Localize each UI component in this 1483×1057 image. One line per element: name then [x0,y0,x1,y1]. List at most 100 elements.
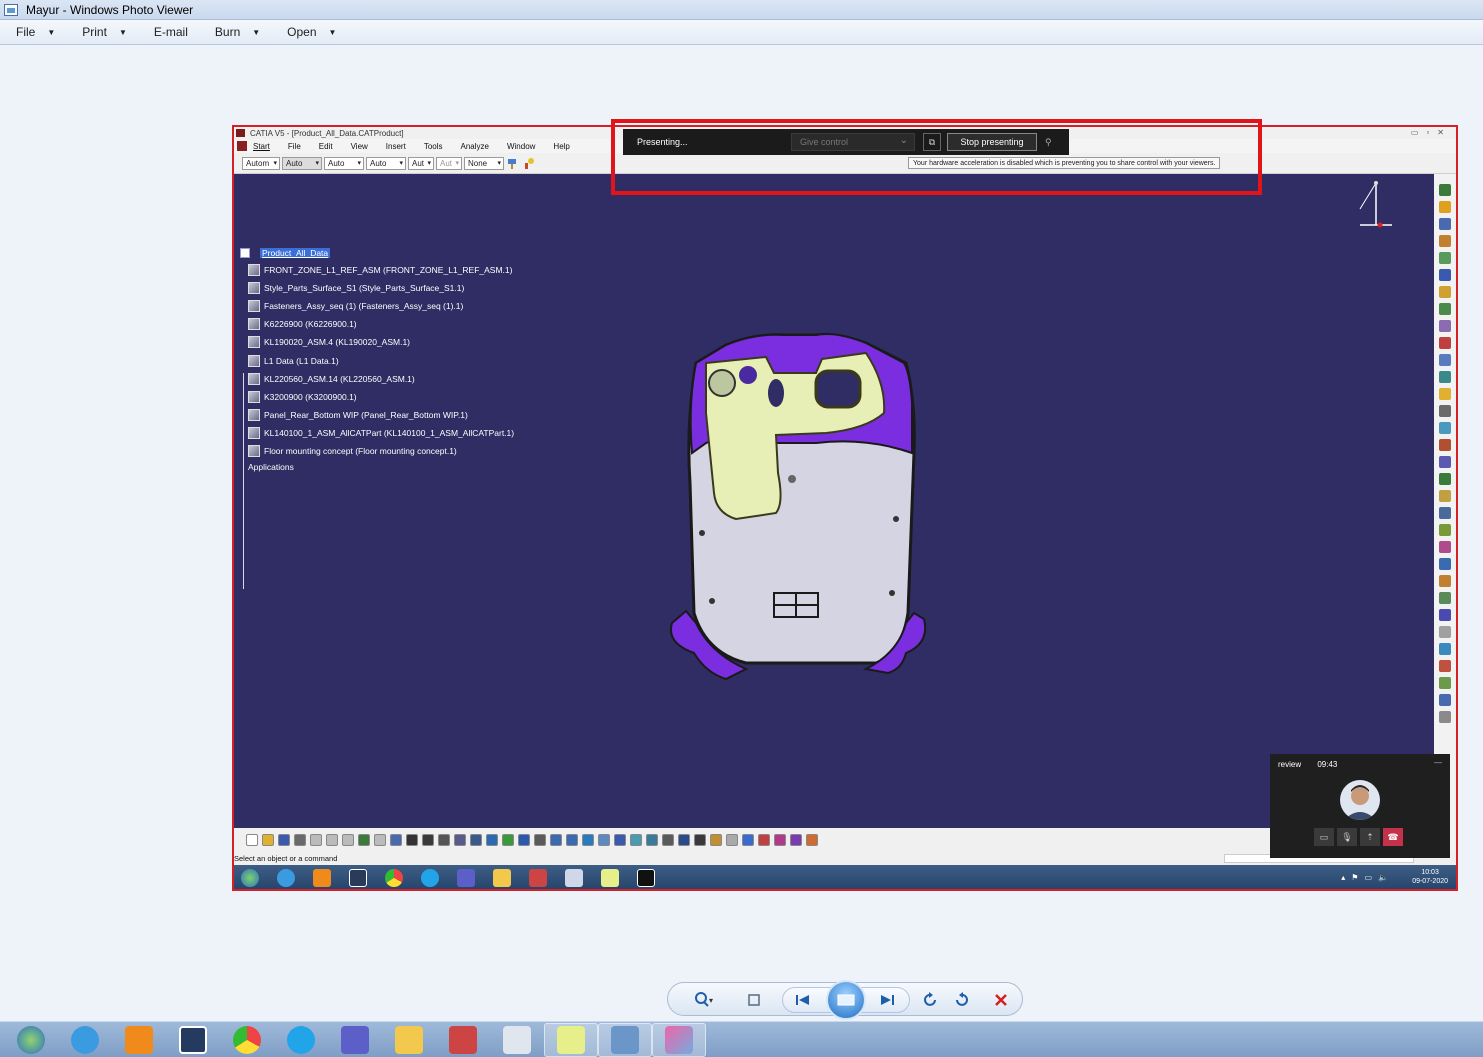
catia-menu-analyze[interactable]: Analyze [461,142,489,151]
tool-icon[interactable] [470,834,482,846]
catia-menu-window[interactable]: Window [507,142,535,151]
tool-icon[interactable] [374,834,386,846]
tree-item[interactable]: K6226900 (K6226900.1) [248,315,514,333]
line-type-select[interactable]: Auto [366,156,406,170]
menu-print[interactable]: Print ▼ [66,25,138,39]
teams-taskbar-icon[interactable] [328,1023,382,1057]
photo-viewer-taskbar-icon[interactable] [598,1022,652,1057]
calculator-taskbar-icon[interactable] [490,1023,544,1057]
tree-item[interactable]: KL220560_ASM.14 (KL220560_ASM.1) [248,370,514,388]
tool-icon[interactable] [1439,592,1451,604]
catia-menu-start[interactable]: Start [253,142,270,151]
minimize-icon[interactable]: — [1434,758,1442,767]
catia-menu-file[interactable]: File [288,142,301,151]
tool-icon[interactable] [278,834,290,846]
start-orb-icon[interactable] [236,867,264,889]
tool-icon[interactable] [246,834,258,846]
tool-icon[interactable] [566,834,578,846]
tool-icon[interactable] [710,834,722,846]
line-thickness-select[interactable]: Auto [324,156,364,170]
tool-icon[interactable] [1439,184,1451,196]
tool-icon[interactable] [406,834,418,846]
tool-icon[interactable] [1439,660,1451,672]
tool-icon[interactable] [742,834,754,846]
skype-icon[interactable] [416,867,444,889]
tree-item[interactable]: K3200900 (K3200900.1) [248,388,514,406]
call-widget[interactable]: review 09:43 — ▭ 🎙 ⇡ ☎ [1270,754,1450,858]
snipping-tool-taskbar-icon[interactable] [436,1023,490,1057]
chrome-icon[interactable] [380,867,408,889]
layer-select[interactable]: None [464,156,504,170]
sticky-notes-icon[interactable] [596,867,624,889]
tool-icon[interactable] [614,834,626,846]
catia-menu-view[interactable]: View [351,142,368,151]
tool-icon[interactable] [598,834,610,846]
tool-icon[interactable] [1439,422,1451,434]
tool-icon[interactable] [1439,456,1451,468]
hang-up-icon[interactable]: ☎ [1383,828,1403,846]
menu-burn[interactable]: Burn ▼ [199,25,271,39]
tool-icon[interactable] [790,834,802,846]
catia-menu-help[interactable]: Help [553,142,569,151]
tree-item[interactable]: L1 Data (L1 Data.1) [248,351,514,369]
catia-app-icon[interactable] [344,867,372,889]
menu-open[interactable]: Open ▼ [271,25,347,39]
tool-icon[interactable] [1439,694,1451,706]
tool-icon[interactable] [1439,541,1451,553]
tool-icon[interactable] [1439,388,1451,400]
tool-icon[interactable] [1439,269,1451,281]
tree-applications[interactable]: Applications [248,462,514,472]
tool-icon[interactable] [1439,490,1451,502]
start-button[interactable] [4,1023,58,1057]
tree-item[interactable]: Style_Parts_Surface_S1 (Style_Parts_Surf… [248,279,514,297]
menu-file[interactable]: File ▼ [0,25,66,39]
tool-icon[interactable] [262,834,274,846]
pin-icon[interactable]: ⚲ [1045,137,1052,148]
next-icon[interactable] [876,989,898,1011]
internet-explorer-taskbar-icon[interactable] [58,1023,112,1057]
tool-icon[interactable] [726,834,738,846]
tool-icon[interactable] [662,834,674,846]
photo-app-icon[interactable] [632,867,660,889]
tool-icon[interactable] [1439,303,1451,315]
delete-icon[interactable] [990,989,1012,1011]
tool-icon[interactable] [1439,677,1451,689]
tool-icon[interactable] [422,834,434,846]
tool-icon[interactable] [1439,320,1451,332]
tool-icon[interactable] [1439,337,1451,349]
camera-icon[interactable]: ▭ [1314,828,1334,846]
tool-icon[interactable] [1439,524,1451,536]
tree-item[interactable]: Panel_Rear_Bottom WIP (Panel_Rear_Bottom… [248,406,514,424]
tool-icon[interactable] [342,834,354,846]
sticky-notes-taskbar-icon[interactable] [544,1022,598,1057]
tree-item[interactable]: KL140100_1_ASM_AllCATPart (KL140100_1_AS… [248,424,514,442]
tool-icon[interactable] [326,834,338,846]
tool-icon[interactable] [1439,473,1451,485]
tool-icon[interactable] [678,834,690,846]
tool-icon[interactable] [1439,609,1451,621]
tool-icon[interactable] [1439,626,1451,638]
tool-icon[interactable] [694,834,706,846]
teams-icon[interactable] [452,867,480,889]
tool-icon[interactable] [1439,405,1451,417]
tree-item[interactable]: KL190020_ASM.4 (KL190020_ASM.1) [248,333,514,351]
tree-root[interactable]: Product_All_Data [260,248,331,258]
catia-taskbar-icon[interactable] [166,1023,220,1057]
share-screen-icon[interactable]: ⇡ [1360,828,1380,846]
tool-icon[interactable] [1439,201,1451,213]
tool-icon[interactable] [1439,354,1451,366]
chrome-taskbar-icon[interactable] [220,1023,274,1057]
transparency-select[interactable]: Auto [282,156,322,170]
tool-icon[interactable] [1439,507,1451,519]
tool-icon[interactable] [310,834,322,846]
catia-menu-insert[interactable]: Insert [386,142,406,151]
tool-icon[interactable] [1439,711,1451,723]
actual-size-icon[interactable] [743,989,765,1011]
tool-icon[interactable] [582,834,594,846]
catia-menu-tools[interactable]: Tools [424,142,443,151]
paint-taskbar-icon[interactable] [652,1022,706,1057]
layer-aux-select[interactable]: Aut [436,156,462,170]
menu-email[interactable]: E-mail [138,25,199,39]
tool-icon[interactable] [1439,252,1451,264]
catia-menu-edit[interactable]: Edit [319,142,333,151]
